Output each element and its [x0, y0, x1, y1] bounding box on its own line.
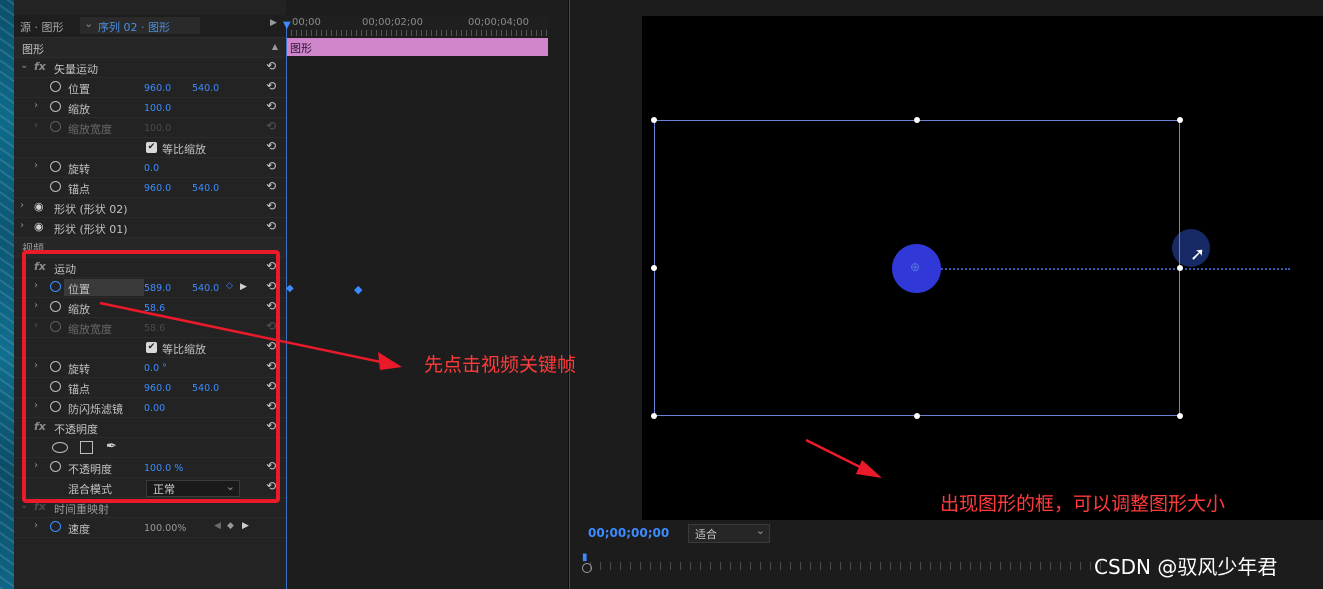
annotation-arrow-line [99, 301, 396, 367]
arrow-head-icon [378, 352, 402, 370]
annotation-text: 出现图形的框，可以调整图形大小 [940, 493, 1226, 515]
arrow-head-icon [856, 460, 882, 478]
watermark: CSDN @驭风少年君 [1094, 555, 1278, 579]
annotation-text: 先点击视频关键帧 [424, 354, 577, 376]
